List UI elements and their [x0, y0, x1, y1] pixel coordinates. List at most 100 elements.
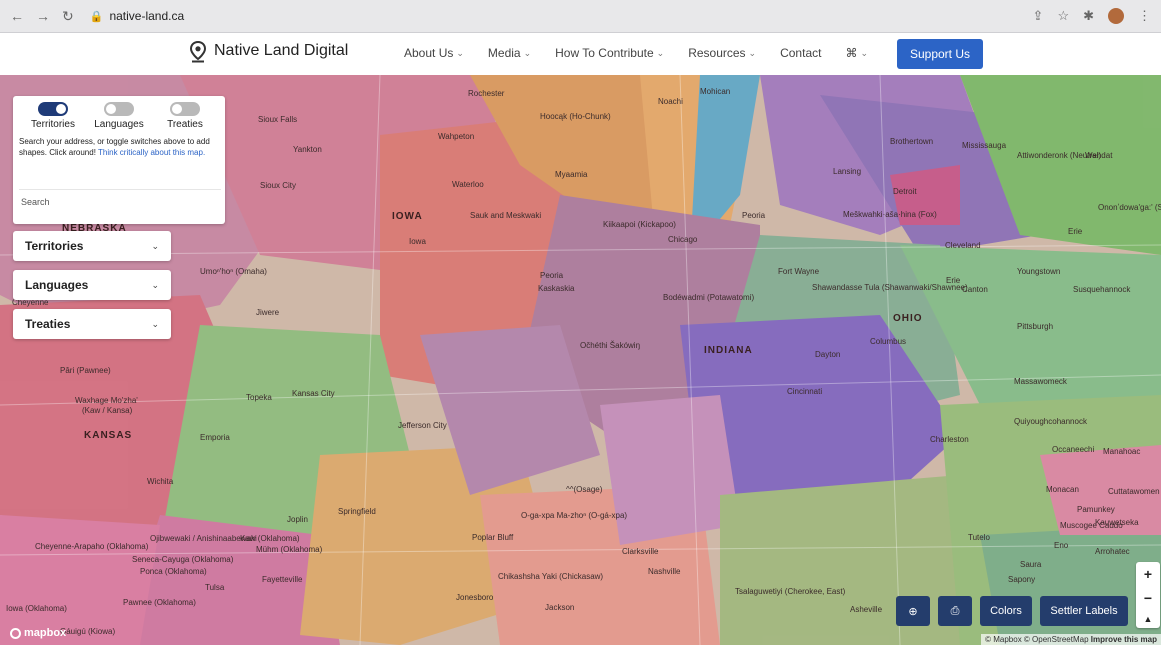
browser-actions: ⇪ ☆ ✱ ⋮: [1033, 8, 1151, 24]
map-city-label: Joplin: [287, 515, 308, 524]
map-nation-label: (Kaw / Kansa): [82, 406, 133, 415]
chevron-down-icon: ⌄: [656, 47, 665, 58]
zoom-out-button[interactable]: −: [1144, 590, 1152, 606]
forward-icon[interactable]: →: [36, 8, 50, 25]
map-nation-label: Mississauga: [962, 141, 1007, 150]
chevron-down-icon: ⌄: [151, 240, 159, 251]
map-nation-label: Eno: [1054, 541, 1069, 550]
attribution-text: © Mapbox © OpenStreetMap: [985, 635, 1091, 644]
layer-toggles: Territories Languages Treaties: [13, 96, 225, 130]
map-nation-label: Meškwahki·aša·hina (Fox): [843, 210, 937, 219]
map-city-label: Springfield: [338, 507, 376, 516]
treaties-dropdown[interactable]: Treaties ⌄: [13, 309, 171, 339]
territories-switch[interactable]: [38, 102, 68, 116]
mapbox-logo-text: mapbox: [24, 627, 67, 639]
map-nation-label: Saura: [1020, 560, 1042, 569]
menu-media[interactable]: Media ⌄: [488, 46, 531, 60]
settler-labels-button[interactable]: Settler Labels: [1040, 596, 1128, 626]
dropdown-label: Languages: [25, 278, 89, 292]
map-nation-label: Tsalaguwetiyi (Cherokee, East): [735, 587, 846, 596]
extensions-icon[interactable]: ✱: [1083, 8, 1094, 24]
languages-dropdown[interactable]: Languages ⌄: [13, 270, 171, 300]
map-city-label: Jackson: [545, 603, 575, 612]
menu-language[interactable]: ⌘ ⌄: [845, 46, 868, 60]
toggle-treaties[interactable]: Treaties: [155, 102, 215, 130]
print-button[interactable]: ⎙: [938, 596, 972, 626]
map-city-label: Cleveland: [945, 241, 981, 250]
map-nation-label: Mohican: [700, 87, 731, 96]
territories-dropdown[interactable]: Territories ⌄: [13, 231, 171, 261]
map-nation-label: Bodéwadmi (Potawatomi): [663, 293, 755, 302]
colors-button[interactable]: Colors: [980, 596, 1032, 626]
toggle-label: Languages: [94, 119, 144, 130]
search-input[interactable]: Search: [19, 189, 221, 214]
map-zoom-controls: + − ▲: [1136, 562, 1160, 628]
map-city-label: Yankton: [293, 145, 322, 154]
map-nation-label: Kaw (Oklahoma): [240, 534, 300, 543]
map-state-label: OHIO: [893, 313, 923, 324]
dropdown-label: Treaties: [25, 317, 71, 331]
map-state-label: KANSAS: [84, 430, 133, 441]
star-icon[interactable]: ☆: [1057, 8, 1069, 24]
help-text: Search your address, or toggle switches …: [13, 130, 225, 158]
browser-nav: ← → ↻: [10, 8, 74, 25]
map-nation-label: Kauwetseka: [1095, 518, 1139, 527]
menu-about-us[interactable]: About Us ⌄: [404, 46, 464, 60]
zoom-in-button[interactable]: +: [1144, 566, 1152, 582]
address-bar[interactable]: native-land.ca: [109, 9, 184, 23]
map-pin-icon: [190, 41, 206, 63]
map-city-label: Peoria: [742, 211, 766, 220]
improve-map-link[interactable]: Improve this map: [1091, 635, 1157, 644]
map-nation-label: Pamunkey: [1077, 505, 1115, 514]
map-city-label: Poplar Bluff: [472, 533, 514, 542]
menu-icon[interactable]: ⋮: [1138, 8, 1151, 24]
think-critically-link[interactable]: Think critically about this map.: [98, 148, 205, 157]
browser-chrome: ← → ↻ 🔒 native-land.ca ⇪ ☆ ✱ ⋮: [0, 0, 1161, 33]
toggle-label: Territories: [31, 119, 75, 130]
map-city-label: Chicago: [668, 235, 698, 244]
toggle-languages[interactable]: Languages: [89, 102, 149, 130]
map-nation-label: Myaamia: [555, 170, 588, 179]
map-attribution: © Mapbox © OpenStreetMap Improve this ma…: [981, 634, 1161, 645]
chevron-down-icon: ⌄: [456, 47, 464, 58]
map-nation-label: Ononʼdowa'ga:' (Seneca): [1098, 203, 1161, 212]
support-us-button[interactable]: Support Us: [897, 39, 983, 69]
map-nation-label: Pawnee (Oklahoma): [123, 598, 196, 607]
map-nation-label: Wahpeton: [438, 132, 475, 141]
map-nation-label: Tutelo: [968, 533, 990, 542]
toggle-label: Treaties: [167, 119, 203, 130]
map-nation-label: Iowa: [409, 237, 426, 246]
languages-switch[interactable]: [104, 102, 134, 116]
map-city-label: Emporia: [200, 433, 230, 442]
map-nation-label: Očhéthi Šakówiŋ: [580, 341, 641, 350]
treaties-switch[interactable]: [170, 102, 200, 116]
map-city-label: Waterloo: [452, 180, 484, 189]
map-nation-label: Susquehannock: [1073, 285, 1131, 294]
map-city-label: Detroit: [893, 187, 917, 196]
menu-how-to-contribute[interactable]: How To Contribute ⌄: [555, 46, 664, 60]
map-nation-label: Cheyenne-Arapaho (Oklahoma): [35, 542, 149, 551]
back-icon[interactable]: ←: [10, 8, 24, 25]
map-city-label: Pittsburgh: [1017, 322, 1054, 331]
map-city-label: Sioux Falls: [258, 115, 298, 124]
map-nation-label: Occaneechi: [1052, 445, 1095, 454]
mapbox-logo[interactable]: mapbox: [10, 627, 66, 639]
toggle-territories[interactable]: Territories: [23, 102, 83, 130]
menu-contact[interactable]: Contact: [780, 46, 821, 60]
avatar[interactable]: [1108, 8, 1124, 24]
brand[interactable]: Native Land Digital: [190, 41, 348, 63]
map-city-label: Columbus: [870, 337, 907, 346]
menu-resources[interactable]: Resources ⌄: [688, 46, 756, 60]
map-nation-label: Chikashsha Yaki (Chickasaw): [498, 572, 604, 581]
reload-icon[interactable]: ↻: [62, 8, 74, 25]
share-icon[interactable]: ⇪: [1033, 8, 1044, 24]
map-nation-label: Kiikaapoi (Kickapoo): [603, 220, 676, 229]
map-city-label: Fayetteville: [262, 575, 303, 584]
zoom-search-button[interactable]: ⊕: [896, 596, 930, 626]
print-icon: ⎙: [950, 604, 960, 617]
map-city-label: Jefferson City: [398, 421, 447, 430]
map-nation-label: Massawomeck: [1014, 377, 1067, 386]
map-nation-label: Ponca (Oklahoma): [140, 567, 207, 576]
compass-icon[interactable]: ▲: [1144, 614, 1153, 624]
map-nation-label: Brothertown: [890, 137, 934, 146]
